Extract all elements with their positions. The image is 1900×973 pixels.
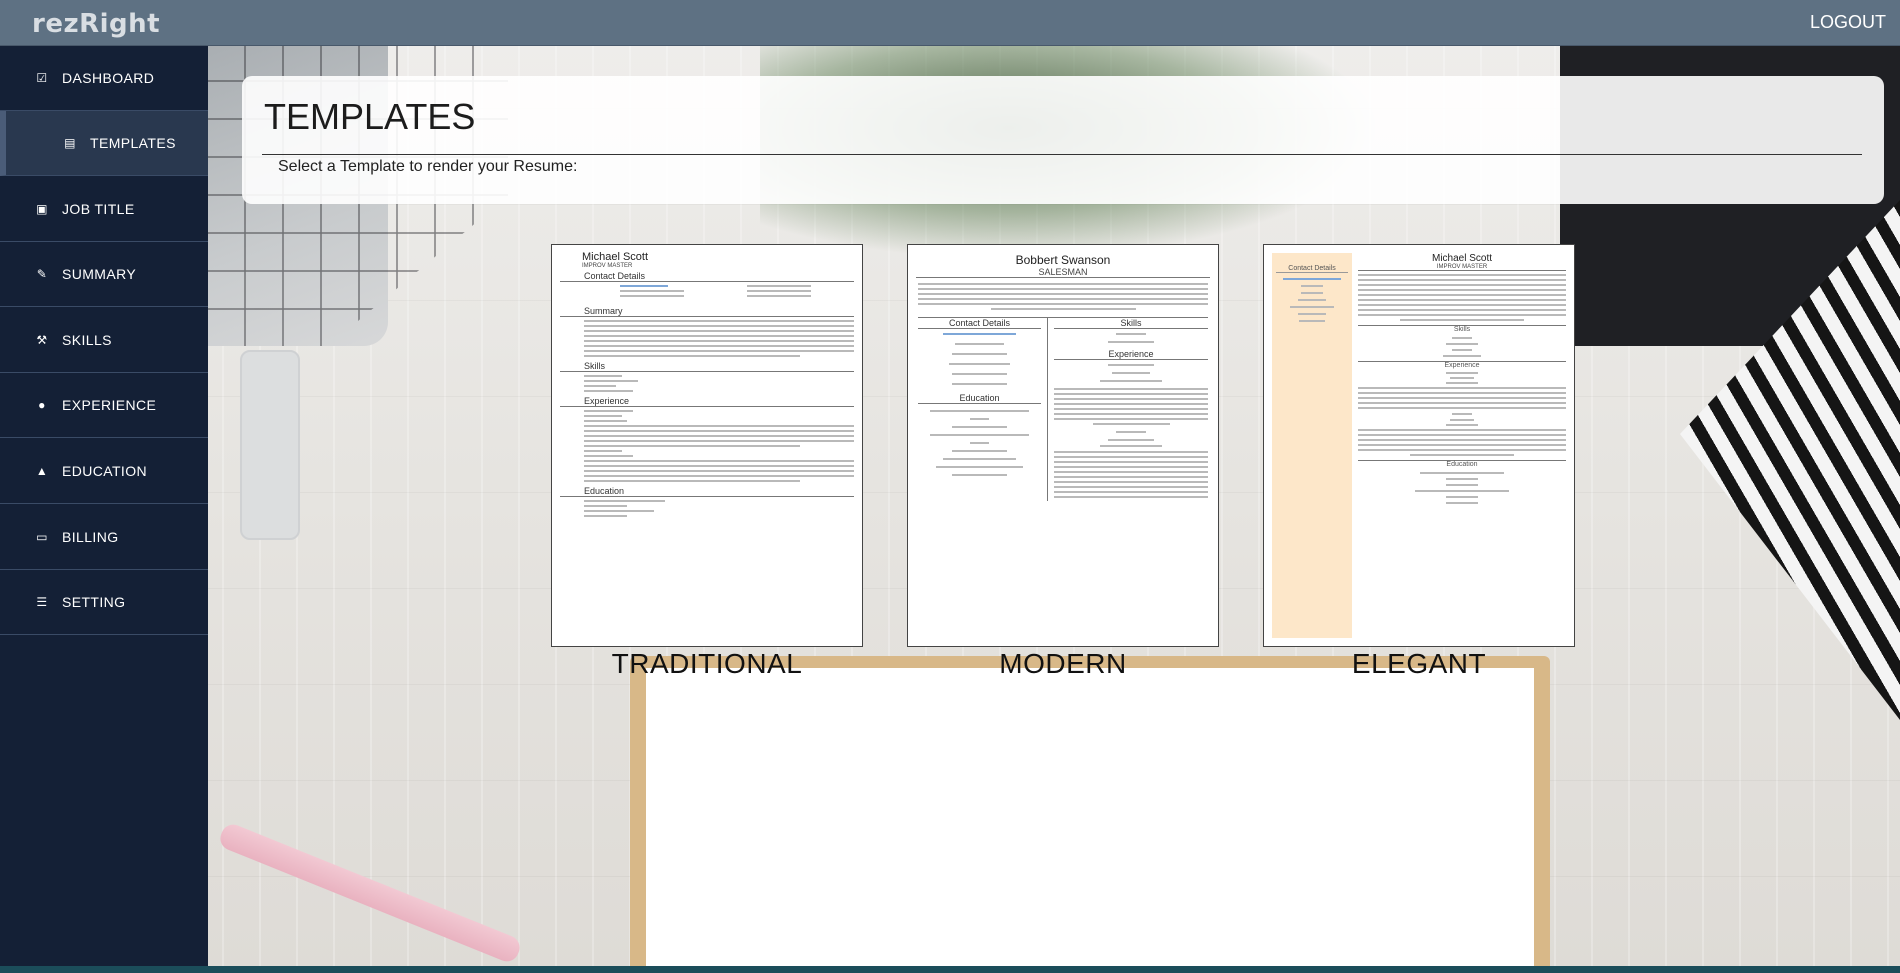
sidebar-item-label: SETTING — [62, 594, 126, 610]
resume-section-heading: Summary — [560, 306, 854, 317]
bottom-strip — [0, 966, 1900, 973]
resume-section-heading: Experience — [1358, 361, 1566, 369]
resume-section-heading: Contact Details — [918, 318, 1041, 329]
title-divider — [262, 154, 1862, 155]
wrench-icon: ⚒ — [36, 333, 48, 347]
resume-name: Michael Scott — [1431, 253, 1493, 264]
sidebar-item-label: BILLING — [62, 529, 119, 545]
edit-icon: ✎ — [36, 267, 48, 281]
paper-sheet-image — [646, 668, 1534, 973]
sidebar-item-education[interactable]: ▲ EDUCATION — [0, 439, 208, 504]
template-name-traditional[interactable]: TRADITIONAL — [551, 648, 863, 680]
sidebar-item-label: EXPERIENCE — [62, 397, 157, 413]
sidebar-item-job-title[interactable]: ▣ JOB TITLE — [0, 177, 208, 242]
sidebar-item-label: DASHBOARD — [62, 70, 155, 86]
file-icon: ▤ — [64, 136, 76, 150]
resume-section-heading: Experience — [1054, 349, 1208, 360]
resume-section-heading: Contact Details — [560, 271, 854, 282]
template-name-modern[interactable]: MODERN — [907, 648, 1219, 680]
resume-role: SALESMAN — [916, 267, 1210, 278]
sidebar-item-skills[interactable]: ⚒ SKILLS — [0, 308, 208, 373]
template-card-elegant[interactable]: Contact Details Michael Scott IMPROV MAS… — [1263, 244, 1575, 647]
sidebar: ☑ DASHBOARD ▤ TEMPLATES ▣ JOB TITLE ✎ SU… — [0, 46, 208, 973]
resume-name: Michael Scott — [582, 251, 649, 263]
sidebar-item-label: SUMMARY — [62, 266, 137, 282]
credit-card-icon: ▭ — [36, 530, 48, 544]
trackpad-image — [240, 350, 300, 540]
sidebar-item-setting[interactable]: ☰ SETTING — [0, 570, 208, 635]
sidebar-item-summary[interactable]: ✎ SUMMARY — [0, 242, 208, 307]
template-card-traditional[interactable]: Michael Scott IMPROV MASTER Contact Deta… — [551, 244, 863, 647]
logout-button[interactable]: LOGOUT — [1810, 12, 1886, 33]
top-bar: rezRight LOGOUT — [0, 0, 1900, 46]
template-card-modern[interactable]: Bobbert Swanson SALESMAN Contact Details… — [907, 244, 1219, 647]
sidebar-item-label: TEMPLATES — [90, 135, 176, 151]
resume-role: IMPROV MASTER — [1358, 264, 1566, 271]
graduation-cap-icon: ▲ — [35, 464, 49, 478]
sidebar-item-label: SKILLS — [62, 332, 112, 348]
resume-section-heading: Experience — [560, 396, 854, 407]
sidebar-item-label: EDUCATION — [62, 463, 148, 479]
briefcase-icon: ▣ — [36, 202, 48, 216]
resume-section-heading: Skills — [1358, 325, 1566, 333]
sidebar-item-label: JOB TITLE — [62, 201, 135, 217]
sidebar-item-dashboard[interactable]: ☑ DASHBOARD — [0, 46, 208, 111]
sidebar-item-billing[interactable]: ▭ BILLING — [0, 505, 208, 570]
resume-section-heading: Education — [560, 486, 854, 497]
resume-name: Bobbert Swanson — [1015, 253, 1111, 267]
app-logo[interactable]: rezRight — [32, 9, 160, 39]
sidebar-item-experience[interactable]: ● EXPERIENCE — [0, 373, 208, 438]
resume-section-heading: Skills — [560, 361, 854, 372]
check-square-icon: ☑ — [36, 71, 48, 85]
sidebar-item-templates[interactable]: ▤ TEMPLATES — [0, 111, 208, 176]
lightbulb-icon: ● — [38, 398, 46, 412]
page-subtitle: Select a Template to render your Resume: — [278, 158, 578, 175]
resume-section-heading: Skills — [1054, 318, 1208, 329]
sliders-icon: ☰ — [36, 595, 48, 609]
resume-section-heading: Education — [1358, 460, 1566, 468]
template-name-elegant[interactable]: ELEGANT — [1263, 648, 1575, 680]
resume-section-heading: Education — [918, 393, 1041, 404]
templates-header-card: TEMPLATES Select a Template to render yo… — [242, 76, 1884, 204]
resume-section-heading: Contact Details — [1276, 265, 1348, 273]
page-title: TEMPLATES — [264, 96, 476, 137]
